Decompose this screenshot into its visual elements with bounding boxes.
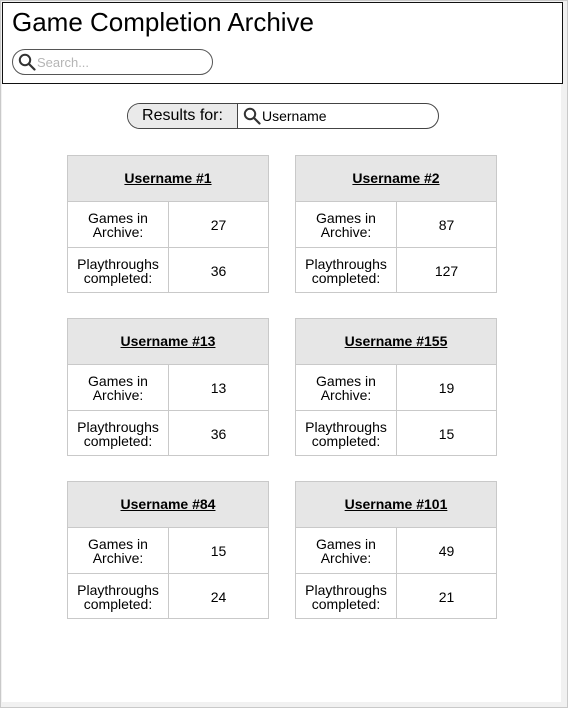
- header: Game Completion Archive: [2, 2, 563, 84]
- card-header: Username #13: [68, 319, 268, 365]
- games-value: 49: [438, 542, 455, 559]
- user-card: Username #1 Games in Archive: 27 Playthr…: [67, 155, 269, 293]
- results-for-label: Results for:: [128, 104, 238, 128]
- card-header: Username #84: [68, 482, 268, 528]
- playthroughs-label: Playthroughs completed:: [68, 411, 169, 456]
- games-row: Games in Archive: 87: [296, 202, 496, 248]
- card-header: Username #1: [68, 156, 268, 202]
- games-row: Games in Archive: 15: [68, 528, 268, 574]
- games-value: 15: [210, 542, 227, 559]
- header-search-input[interactable]: [37, 53, 202, 71]
- username-link[interactable]: Username #101: [296, 482, 496, 527]
- games-label: Games in Archive:: [68, 365, 169, 410]
- playthroughs-label: Playthroughs completed:: [296, 411, 397, 456]
- games-row: Games in Archive: 19: [296, 365, 496, 411]
- playthroughs-label: Playthroughs completed:: [296, 248, 397, 293]
- games-value: 13: [210, 379, 227, 396]
- card-header: Username #2: [296, 156, 496, 202]
- playthroughs-label: Playthroughs completed:: [68, 574, 169, 619]
- playthroughs-value: 127: [434, 262, 459, 279]
- user-card: Username #13 Games in Archive: 13 Playth…: [67, 318, 269, 456]
- username-link[interactable]: Username #155: [296, 319, 496, 364]
- games-label: Games in Archive:: [68, 528, 169, 573]
- playthroughs-row: Playthroughs completed: 21: [296, 574, 496, 619]
- games-row: Games in Archive: 13: [68, 365, 268, 411]
- games-row: Games in Archive: 49: [296, 528, 496, 574]
- games-row: Games in Archive: 27: [68, 202, 268, 248]
- playthroughs-label: Playthroughs completed:: [68, 248, 169, 293]
- games-value: 19: [438, 379, 455, 396]
- user-card: Username #101 Games in Archive: 49 Playt…: [295, 481, 497, 619]
- results-area: Results for: Username #1 Games in Archiv…: [2, 84, 561, 702]
- results-search-input[interactable]: [262, 107, 427, 125]
- search-icon: [18, 53, 36, 71]
- playthroughs-row: Playthroughs completed: 127: [296, 248, 496, 293]
- username-link[interactable]: Username #1: [68, 156, 268, 201]
- username-link[interactable]: Username #84: [68, 482, 268, 527]
- results-search-bar[interactable]: Results for:: [127, 103, 439, 129]
- games-label: Games in Archive:: [296, 202, 397, 247]
- playthroughs-row: Playthroughs completed: 15: [296, 411, 496, 456]
- playthroughs-value: 21: [438, 588, 455, 605]
- playthroughs-value: 15: [438, 425, 455, 442]
- playthroughs-value: 36: [210, 425, 227, 442]
- games-value: 27: [210, 216, 227, 233]
- playthroughs-label: Playthroughs completed:: [296, 574, 397, 619]
- playthroughs-row: Playthroughs completed: 36: [68, 411, 268, 456]
- games-label: Games in Archive:: [296, 365, 397, 410]
- user-card: Username #155 Games in Archive: 19 Playt…: [295, 318, 497, 456]
- games-label: Games in Archive:: [68, 202, 169, 247]
- page-title: Game Completion Archive: [12, 7, 315, 37]
- header-search-box[interactable]: [12, 49, 213, 75]
- games-value: 87: [438, 216, 455, 233]
- playthroughs-value: 36: [210, 262, 227, 279]
- user-card: Username #2 Games in Archive: 87 Playthr…: [295, 155, 497, 293]
- search-icon: [243, 107, 261, 125]
- playthroughs-value: 24: [210, 588, 227, 605]
- user-card: Username #84 Games in Archive: 15 Playth…: [67, 481, 269, 619]
- username-link[interactable]: Username #2: [296, 156, 496, 201]
- username-link[interactable]: Username #13: [68, 319, 268, 364]
- playthroughs-row: Playthroughs completed: 24: [68, 574, 268, 619]
- card-header: Username #101: [296, 482, 496, 528]
- playthroughs-row: Playthroughs completed: 36: [68, 248, 268, 293]
- games-label: Games in Archive:: [296, 528, 397, 573]
- card-header: Username #155: [296, 319, 496, 365]
